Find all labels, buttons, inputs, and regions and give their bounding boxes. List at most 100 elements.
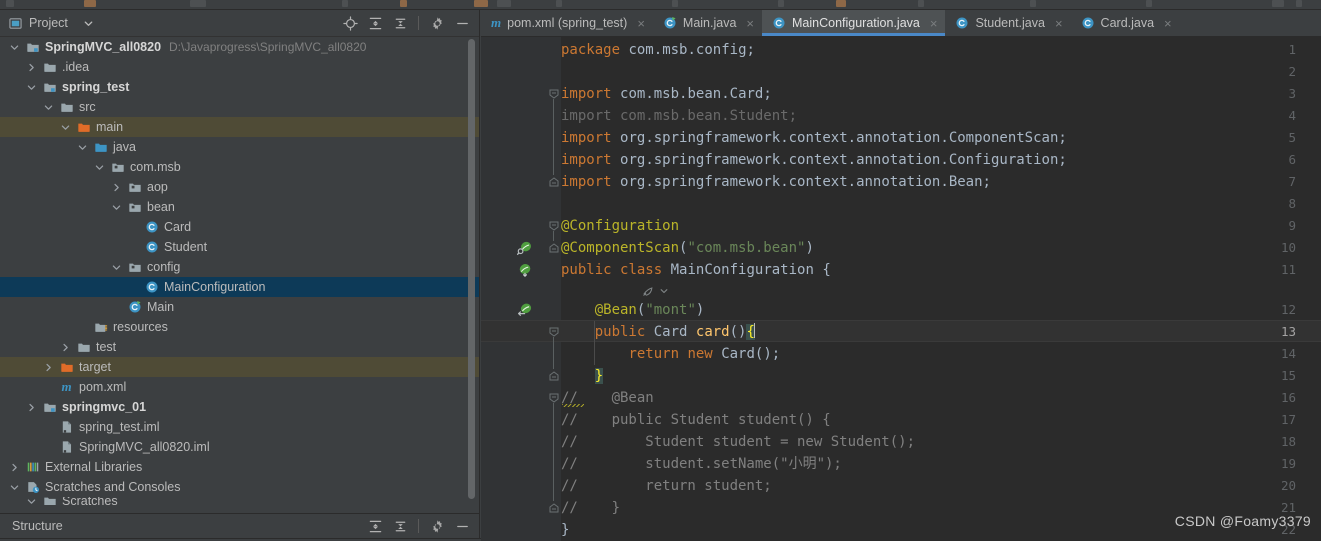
code-line[interactable]: @ComponentScan("com.msb.bean") <box>561 237 814 259</box>
collapse-all-icon[interactable] <box>389 516 411 536</box>
tree-item-card[interactable]: Card <box>0 217 479 237</box>
collapse-all-icon[interactable] <box>389 13 411 33</box>
code-line[interactable]: // } <box>561 497 620 519</box>
close-icon[interactable]: × <box>1055 17 1063 30</box>
chevron-down-icon[interactable] <box>110 261 123 274</box>
tree-item-external-libraries[interactable]: External Libraries <box>0 457 479 477</box>
chevron-down-icon[interactable] <box>25 497 38 505</box>
chevron-down-icon[interactable] <box>83 18 94 29</box>
project-tree[interactable]: SpringMVC_all0820 D:\Javaprogress\SpringM… <box>0 37 479 513</box>
code-line[interactable]: } <box>561 519 569 541</box>
code-line[interactable]: package com.msb.config; <box>561 39 755 61</box>
chevron-down-icon[interactable] <box>659 286 669 296</box>
tree-item-src[interactable]: src <box>0 97 479 117</box>
code-editor[interactable]: package com.msb.config; import com.msb.be… <box>481 37 1321 541</box>
chevron-down-icon[interactable] <box>59 121 72 134</box>
project-tree-scrollbar[interactable] <box>468 39 475 499</box>
tree-item-student[interactable]: Student <box>0 237 479 257</box>
editor-tab-card-java[interactable]: Card.java × <box>1071 10 1180 36</box>
code-line[interactable]: @Configuration <box>561 215 679 237</box>
chevron-right-icon[interactable] <box>110 181 123 194</box>
spring-intention-hint[interactable] <box>641 282 669 300</box>
fold-marker[interactable] <box>547 215 561 237</box>
editor-gutter[interactable] <box>481 37 547 541</box>
tree-item-scratches[interactable]: Scratches <box>0 497 479 505</box>
tree-item-resources[interactable]: resources <box>0 317 479 337</box>
close-icon[interactable]: × <box>930 17 938 30</box>
chevron-right-icon[interactable] <box>42 361 55 374</box>
chevron-right-icon[interactable] <box>59 341 72 354</box>
tree-item-java[interactable]: java <box>0 137 479 157</box>
tree-item-test[interactable]: test <box>0 337 479 357</box>
minimize-icon[interactable] <box>451 516 473 536</box>
expand-all-icon[interactable] <box>364 13 386 33</box>
close-icon[interactable]: × <box>1164 17 1172 30</box>
tree-item-main[interactable]: Main <box>0 297 479 317</box>
tree-item-bean[interactable]: bean <box>0 197 479 217</box>
chevron-right-icon[interactable] <box>8 461 21 474</box>
code-line[interactable]: // return student; <box>561 475 772 497</box>
chevron-down-icon[interactable] <box>93 161 106 174</box>
tree-item-spring-test-iml[interactable]: spring_test.iml <box>0 417 479 437</box>
fold-marker[interactable] <box>547 365 561 387</box>
editor-tab-mainconfiguration-java[interactable]: MainConfiguration.java × <box>762 10 946 36</box>
chevron-down-icon[interactable] <box>8 41 21 54</box>
code-line[interactable]: import org.springframework.context.annot… <box>561 171 991 193</box>
chevron-right-icon[interactable] <box>25 401 38 414</box>
tree-item-com-msb[interactable]: com.msb <box>0 157 479 177</box>
tree-item-idea[interactable]: .idea <box>0 57 479 77</box>
close-icon[interactable]: × <box>746 17 754 30</box>
tree-item-target[interactable]: target <box>0 357 479 377</box>
fold-marker[interactable] <box>547 321 561 343</box>
tree-item-aop[interactable]: aop <box>0 177 479 197</box>
code-line[interactable]: } <box>561 365 604 387</box>
minimize-icon[interactable] <box>451 13 473 33</box>
fold-marker[interactable] <box>547 83 561 105</box>
spring-bean-search-icon[interactable] <box>517 240 533 262</box>
chevron-down-icon[interactable] <box>110 201 123 214</box>
tree-item-springmvc-01[interactable]: springmvc_01 <box>0 397 479 417</box>
gear-icon[interactable] <box>426 13 448 33</box>
chevron-down-icon[interactable] <box>8 481 21 494</box>
spring-bean-icon[interactable] <box>517 262 533 284</box>
structure-tool-window-header[interactable]: Structure <box>0 513 480 538</box>
code-line[interactable]: import org.springframework.context.annot… <box>561 149 1067 171</box>
fold-marker[interactable] <box>547 237 561 259</box>
chevron-down-icon[interactable] <box>76 141 89 154</box>
code-line[interactable]: // student.setName("小明"); <box>561 453 842 475</box>
fold-marker[interactable] <box>547 497 561 519</box>
locate-file-icon[interactable] <box>339 13 361 33</box>
chevron-down-icon[interactable] <box>25 81 38 94</box>
project-panel-title-group[interactable]: Project <box>9 16 94 30</box>
spring-bean-navigate-icon[interactable] <box>517 302 533 324</box>
chevron-down-icon[interactable] <box>42 101 55 114</box>
code-line[interactable]: public class MainConfiguration { <box>561 259 831 281</box>
tree-item-mainconfiguration[interactable]: MainConfiguration <box>0 277 479 297</box>
tree-item-springmvc-all0820-iml[interactable]: SpringMVC_all0820.iml <box>0 437 479 457</box>
code-line[interactable]: import org.springframework.context.annot… <box>561 127 1067 149</box>
fold-marker[interactable] <box>547 171 561 193</box>
editor-tab-main-java[interactable]: Main.java × <box>653 10 762 36</box>
tree-item-spring-test[interactable]: spring_test <box>0 77 479 97</box>
tree-item-springmvc-all0820[interactable]: SpringMVC_all0820 D:\Javaprogress\SpringM… <box>0 37 479 57</box>
code-line[interactable]: public Card card(){ <box>561 321 755 343</box>
editor-tab-student-java[interactable]: Student.java × <box>945 10 1070 36</box>
editor-tab-bar[interactable]: m pom.xml (spring_test) × Main.java × MainCon… <box>481 10 1321 37</box>
fold-marker[interactable] <box>547 387 561 409</box>
code-line[interactable]: import com.msb.bean.Card; <box>561 83 772 105</box>
code-line[interactable]: import com.msb.bean.Student; <box>561 105 797 127</box>
spring-intention-icon[interactable] <box>641 284 655 298</box>
code-line[interactable]: // Student student = new Student(); <box>561 431 915 453</box>
close-icon[interactable]: × <box>637 17 645 30</box>
tree-item-config[interactable]: config <box>0 257 479 277</box>
gear-icon[interactable] <box>426 516 448 536</box>
editor-tab-pom-xml-spring-test[interactable]: m pom.xml (spring_test) × <box>481 10 653 36</box>
code-line[interactable]: @Bean("mont") <box>561 299 705 321</box>
code-line[interactable]: // public Student student() { <box>561 409 831 431</box>
editor-fold-column[interactable] <box>547 37 561 541</box>
chevron-right-icon[interactable] <box>25 61 38 74</box>
editor-text-area[interactable]: package com.msb.config; import com.msb.be… <box>481 37 1321 541</box>
tree-item-main[interactable]: main <box>0 117 479 137</box>
expand-all-icon[interactable] <box>364 516 386 536</box>
tree-item-pom-xml[interactable]: m pom.xml <box>0 377 479 397</box>
